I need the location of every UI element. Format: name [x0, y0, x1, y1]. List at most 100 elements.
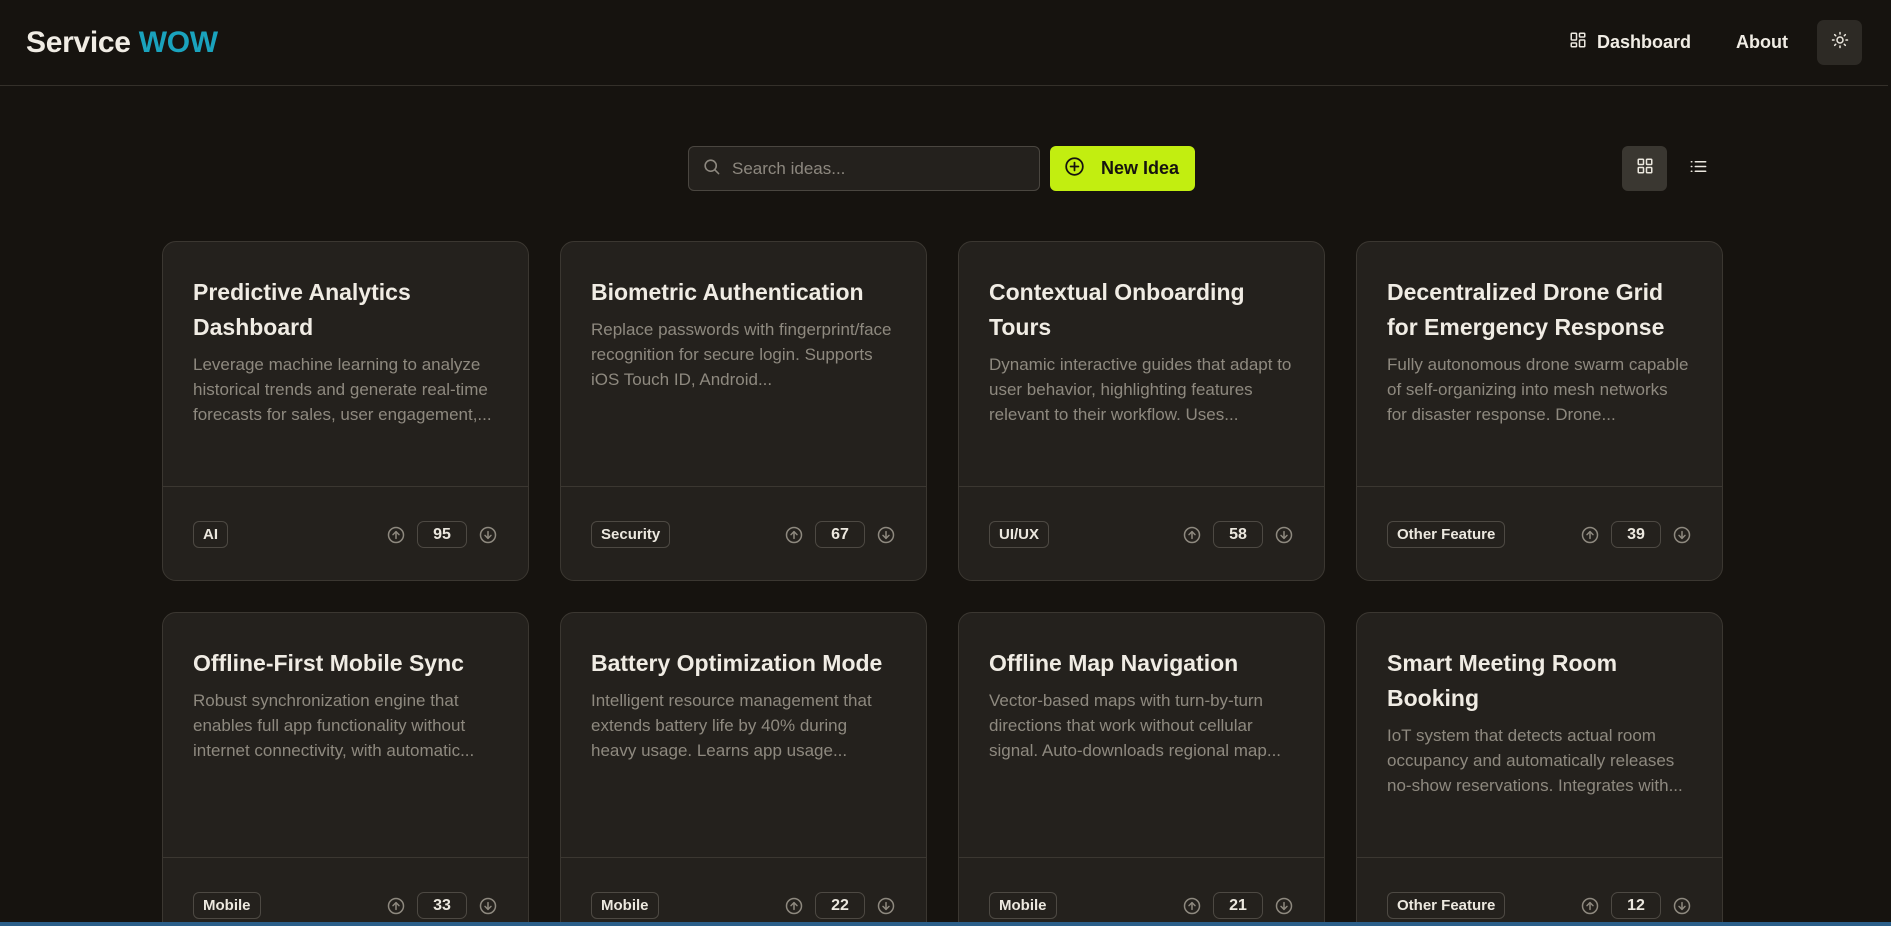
category-tag: Other Feature — [1387, 521, 1506, 548]
app-page: Service WOW Dashboard About Search ideas… — [0, 0, 1891, 926]
category-tag: Mobile — [989, 892, 1057, 919]
category-tag: UI/UX — [989, 521, 1050, 548]
vote-count: 33 — [417, 892, 467, 919]
idea-card[interactable]: Battery Optimization Mode Intelligent re… — [560, 612, 927, 926]
idea-title: Smart Meeting Room Booking — [1387, 650, 1618, 711]
vote-controls: 12 — [1580, 892, 1692, 919]
upvote-button[interactable] — [1580, 525, 1600, 545]
idea-card-body: Predictive Analytics Dashboard Leverage … — [163, 242, 528, 486]
nav-dashboard-label: Dashboard — [1596, 32, 1692, 52]
arrow-down-circle-icon — [1275, 897, 1293, 914]
list-icon — [1689, 157, 1708, 181]
upvote-button[interactable] — [386, 896, 406, 916]
idea-card-footer: UI/UX 58 — [959, 486, 1324, 580]
arrow-up-circle-icon — [1581, 526, 1599, 543]
idea-card-body: Offline Map Navigation Vector-based maps… — [959, 613, 1324, 857]
vote-count: 95 — [417, 521, 467, 548]
idea-card[interactable]: Decentralized Drone Grid for Emergency R… — [1356, 241, 1723, 581]
downvote-button[interactable] — [1274, 896, 1294, 916]
list-view-button[interactable] — [1676, 146, 1721, 191]
vote-count: 12 — [1611, 892, 1661, 919]
idea-card[interactable]: Biometric Authentication Replace passwor… — [560, 241, 927, 581]
upvote-button[interactable] — [1182, 525, 1202, 545]
idea-card-footer: Mobile 33 — [163, 857, 528, 926]
nav-dashboard-link[interactable]: Dashboard — [1569, 31, 1691, 54]
idea-title: Offline-First Mobile Sync — [193, 650, 464, 676]
idea-title: Battery Optimization Mode — [591, 650, 883, 676]
idea-title: Decentralized Drone Grid for Emergency R… — [1387, 279, 1665, 340]
arrow-down-circle-icon — [1275, 526, 1293, 543]
search-box — [688, 146, 1040, 191]
brand-name-primary: Service — [26, 25, 131, 59]
downvote-button[interactable] — [1672, 896, 1692, 916]
downvote-button[interactable] — [1672, 525, 1692, 545]
upvote-button[interactable] — [784, 525, 804, 545]
search-icon — [702, 157, 721, 181]
arrow-down-circle-icon — [1673, 526, 1691, 543]
idea-title: Offline Map Navigation — [989, 650, 1239, 676]
theme-toggle-button[interactable] — [1817, 20, 1862, 65]
idea-card[interactable]: Predictive Analytics Dashboard Leverage … — [162, 241, 529, 581]
upvote-button[interactable] — [1580, 896, 1600, 916]
vote-controls: 33 — [386, 892, 498, 919]
vote-controls: 39 — [1580, 521, 1692, 548]
idea-description: IoT system that detects actual room occu… — [1387, 726, 1683, 795]
arrow-down-circle-icon — [877, 897, 895, 914]
vote-count: 22 — [815, 892, 865, 919]
vote-controls: 22 — [784, 892, 896, 919]
category-tag: Mobile — [193, 892, 261, 919]
idea-card-footer: AI 95 — [163, 486, 528, 580]
idea-card-body: Smart Meeting Room Booking IoT system th… — [1357, 613, 1722, 857]
category-tag: Mobile — [591, 892, 659, 919]
idea-card[interactable]: Offline Map Navigation Vector-based maps… — [958, 612, 1325, 926]
idea-card-body: Offline-First Mobile Sync Robust synchro… — [163, 613, 528, 857]
idea-description: Dynamic interactive guides that adapt to… — [989, 355, 1292, 424]
arrow-up-circle-icon — [1183, 526, 1201, 543]
brand-name-accent: WOW — [138, 25, 218, 59]
idea-card-footer: Other Feature 12 — [1357, 857, 1722, 926]
vote-count: 67 — [815, 521, 865, 548]
idea-card[interactable]: Smart Meeting Room Booking IoT system th… — [1356, 612, 1723, 926]
idea-card-body: Contextual Onboarding Tours Dynamic inte… — [959, 242, 1324, 486]
vote-count: 39 — [1611, 521, 1661, 548]
arrow-down-circle-icon — [877, 526, 895, 543]
new-idea-button[interactable]: New Idea — [1050, 146, 1195, 191]
new-idea-label: New Idea — [1101, 158, 1180, 178]
downvote-button[interactable] — [478, 896, 498, 916]
arrow-up-circle-icon — [387, 897, 405, 914]
upvote-button[interactable] — [1182, 896, 1202, 916]
arrow-up-circle-icon — [785, 897, 803, 914]
upvote-button[interactable] — [386, 525, 406, 545]
downvote-button[interactable] — [876, 525, 896, 545]
upvote-button[interactable] — [784, 896, 804, 916]
vote-count: 21 — [1213, 892, 1263, 919]
arrow-up-circle-icon — [1581, 897, 1599, 914]
grid-icon — [1636, 157, 1654, 180]
search-input[interactable] — [732, 158, 1032, 179]
idea-description: Vector-based maps with turn-by-turn dire… — [989, 691, 1282, 760]
idea-title: Biometric Authentication — [591, 279, 864, 305]
idea-card-body: Decentralized Drone Grid for Emergency R… — [1357, 242, 1722, 486]
arrow-up-circle-icon — [387, 526, 405, 543]
category-tag: Other Feature — [1387, 892, 1506, 919]
category-tag: Security — [591, 521, 671, 548]
idea-description: Replace passwords with fingerprint/face … — [591, 320, 892, 389]
idea-title: Predictive Analytics Dashboard — [193, 279, 411, 340]
downvote-button[interactable] — [478, 525, 498, 545]
idea-title: Contextual Onboarding Tours — [989, 279, 1245, 340]
downvote-button[interactable] — [1274, 525, 1294, 545]
nav-about-link[interactable]: About — [1736, 32, 1788, 53]
idea-card-footer: Mobile 22 — [561, 857, 926, 926]
idea-card[interactable]: Offline-First Mobile Sync Robust synchro… — [162, 612, 529, 926]
brand-logo[interactable]: Service WOW — [26, 26, 218, 60]
idea-card-body: Battery Optimization Mode Intelligent re… — [561, 613, 926, 857]
ideas-grid: Predictive Analytics Dashboard Leverage … — [162, 241, 1723, 926]
downvote-button[interactable] — [876, 896, 896, 916]
arrow-up-circle-icon — [1183, 897, 1201, 914]
grid-view-button[interactable] — [1622, 146, 1667, 191]
idea-description: Robust synchronization engine that enabl… — [193, 691, 475, 760]
top-header: Service WOW Dashboard About — [0, 0, 1888, 86]
sun-icon — [1831, 31, 1849, 54]
vote-count: 58 — [1213, 521, 1263, 548]
idea-card[interactable]: Contextual Onboarding Tours Dynamic inte… — [958, 241, 1325, 581]
